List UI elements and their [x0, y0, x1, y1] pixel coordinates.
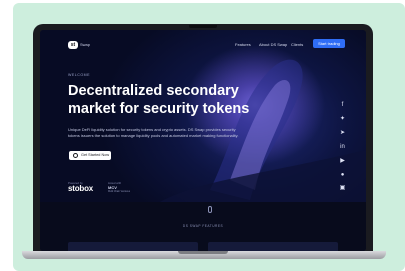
twitter-icon[interactable]: ✦ [339, 116, 346, 123]
power-icon [73, 153, 78, 158]
stobox-logo[interactable]: stobox [68, 184, 93, 193]
brand-name[interactable]: Swap [80, 42, 90, 47]
hero-eyebrow: WELCOME [68, 73, 91, 77]
nav-link-clients[interactable]: Clients [291, 42, 303, 47]
feature-card [208, 242, 338, 251]
camera-notch [189, 25, 217, 28]
discord-icon[interactable]: ▣ [339, 185, 346, 192]
get-started-label: Get Started Now [81, 153, 110, 157]
telegram-icon[interactable]: ➤ [339, 130, 346, 137]
top-navigation: st Swap Features About DS Swap Clients S… [40, 38, 366, 50]
facebook-icon[interactable]: f [339, 102, 346, 109]
website-screen: st Swap Features About DS Swap Clients S… [40, 30, 366, 251]
scroll-down-indicator[interactable] [208, 206, 212, 213]
mcv-logo[interactable]: MCV Multi Chain Ventures [108, 186, 130, 194]
reddit-icon[interactable]: ● [339, 172, 346, 179]
hero-headline: Decentralized secondary market for secur… [68, 83, 250, 117]
start-trading-button[interactable]: Start trading [313, 39, 345, 48]
nav-link-about[interactable]: About DS Swap [259, 42, 287, 47]
youtube-icon[interactable]: ▶ [339, 158, 346, 165]
brand-logo[interactable]: st [68, 41, 78, 49]
mcv-logo-subtitle: Multi Chain Ventures [108, 190, 131, 193]
nav-link-features[interactable]: Features [235, 42, 251, 47]
linkedin-icon[interactable]: in [339, 144, 346, 151]
feature-card [68, 242, 198, 251]
hero-description: Unique DeFi liquidity solution for secur… [68, 127, 239, 138]
laptop-base-notch [178, 251, 228, 254]
get-started-button[interactable]: Get Started Now [69, 151, 111, 160]
features-section-title: DS SWAP FEATURES [182, 224, 224, 228]
